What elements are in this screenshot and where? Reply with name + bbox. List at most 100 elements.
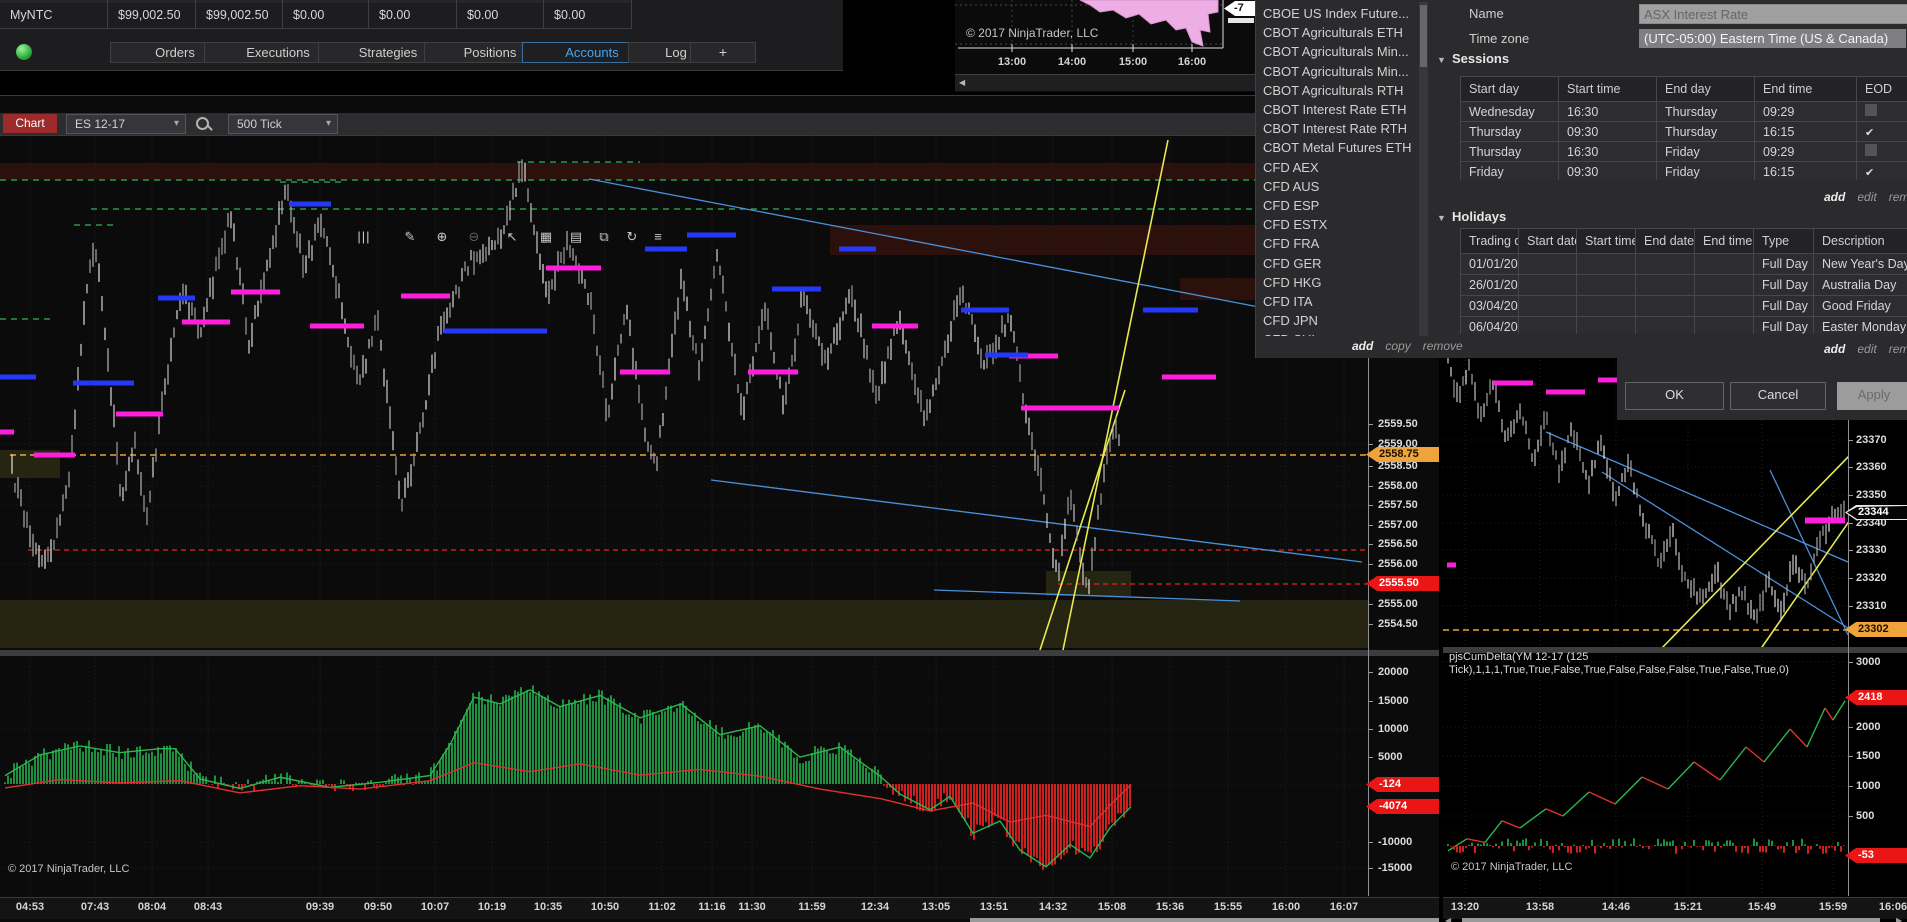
instrument-list-item[interactable]: CFD ESP (1263, 198, 1413, 217)
add-tab-button[interactable]: + (690, 42, 756, 63)
add-link[interactable]: add (1824, 342, 1845, 356)
cancel-button[interactable]: Cancel (1730, 382, 1826, 410)
axis-tick (1368, 525, 1373, 526)
column-header[interactable]: Type (1753, 228, 1814, 254)
instrument-list-item[interactable]: CFD GER (1263, 256, 1413, 275)
unchecked-box (1865, 104, 1877, 116)
main-h-scrollbar[interactable] (970, 918, 1439, 922)
time-label: 04:53 (15, 901, 45, 913)
time-label: 10:19 (477, 901, 507, 913)
sessions-table[interactable]: Start day Start time End day End time EOD Wed… (1460, 76, 1907, 180)
connection-status-icon[interactable] (16, 44, 32, 60)
instrument-list-item[interactable]: CBOT Interest Rate ETH (1263, 102, 1413, 121)
add-link[interactable]: add (1352, 339, 1373, 353)
time-label: 15:55 (1213, 901, 1243, 913)
table-row[interactable]: 01/01/20 Full Day New Year's Day (1460, 253, 1907, 275)
instrument-list-item[interactable]: CBOT Metal Futures ETH (1263, 140, 1413, 159)
instrument-list-item[interactable]: CFD HKG (1263, 275, 1413, 294)
instrument-list-item[interactable]: CBOT Agriculturals Min... (1263, 64, 1413, 83)
axis-tick (1368, 505, 1373, 506)
table-row[interactable]: 03/04/20 Full Day Good Friday (1460, 295, 1907, 317)
column-header[interactable]: Description (1813, 228, 1907, 254)
main-chart-copyright: © 2017 NinjaTrader, LLC (8, 863, 130, 875)
instrument-list-item[interactable]: CFD AEX (1263, 160, 1413, 179)
remove-link[interactable]: remove (1423, 339, 1463, 353)
time-label: 13:05 (921, 901, 951, 913)
column-header[interactable]: Start time (1558, 76, 1657, 102)
instrument-list-item[interactable]: CFD FRA (1263, 236, 1413, 255)
instrument-list-item[interactable]: CFD SUI (1263, 332, 1413, 336)
scroll-left-icon[interactable]: ◀ (959, 79, 965, 87)
instrument-list-scroll-thumb[interactable] (1420, 5, 1427, 67)
time-label: 16:07 (1329, 901, 1359, 913)
column-header[interactable]: EOD (1856, 76, 1907, 102)
column-header[interactable]: Start time (1576, 228, 1636, 254)
axis-label: 5000 (1378, 751, 1403, 763)
axis-label: 500 (1856, 810, 1875, 822)
main-chart-plot[interactable] (0, 134, 1368, 896)
scroll-right-icon[interactable]: ▶ (1896, 917, 1902, 922)
ok-button[interactable]: OK (1625, 382, 1724, 410)
axis-tick (1848, 816, 1853, 817)
right-h-scrollbar[interactable] (1462, 918, 1880, 922)
timezone-select[interactable]: (UTC-05:00) Eastern Time (US & Canada) (1639, 29, 1906, 48)
axis-tick (1368, 564, 1373, 565)
instrument-selector[interactable]: ES 12-17 ▾ (66, 114, 186, 134)
edit-link[interactable]: edit (1857, 190, 1876, 204)
instrument-list-item[interactable]: CBOE US Index Future... (1263, 6, 1413, 25)
ninjatrader-desktop: Chart ES 12-17 ▾ 500 Tick ▾ ||| ✎ ⊕ ⊖ ↖ ▦ ▤ ⧉ ↻ ≡ ©… (0, 0, 1907, 922)
column-header[interactable]: End time (1694, 228, 1754, 254)
column-header[interactable]: End time (1754, 76, 1857, 102)
instrument-list-item[interactable]: CBOT Agriculturals Min... (1263, 44, 1413, 63)
instrument-list-item[interactable]: CFD JPN (1263, 313, 1413, 332)
axis-label: 2556.50 (1378, 538, 1418, 550)
column-header[interactable]: Start date (1518, 228, 1577, 254)
collapse-triangle-icon[interactable]: ▼ (1437, 213, 1446, 223)
axis-label: 23360 (1856, 461, 1887, 473)
interval-selector[interactable]: 500 Tick ▾ (228, 114, 338, 134)
table-row[interactable]: Friday 09:30 Friday 16:15 ✔ (1460, 161, 1907, 180)
table-row[interactable]: Thursday 09:30 Thursday 16:15 ✔ (1460, 121, 1907, 142)
time-label: 13:58 (1525, 901, 1555, 913)
price-tag: -53 (1845, 848, 1907, 863)
instrument-list-item[interactable]: CFD ITA (1263, 294, 1413, 313)
time-label: 16:00 (1271, 901, 1301, 913)
name-input[interactable] (1639, 4, 1907, 24)
remove-link[interactable]: remove (1889, 342, 1907, 356)
table-row[interactable]: Thursday 16:30 Friday 09:29 (1460, 141, 1907, 162)
collapse-triangle-icon[interactable]: ▼ (1437, 55, 1446, 65)
instrument-list-item[interactable]: CFD ESTX (1263, 217, 1413, 236)
instrument-list-item[interactable]: CFD AUS (1263, 179, 1413, 198)
table-row[interactable]: 06/04/20 Full Day Easter Monday (1460, 316, 1907, 334)
apply-button[interactable]: Apply (1837, 382, 1907, 410)
add-link[interactable]: add (1824, 190, 1845, 204)
column-header[interactable]: Trading day (1460, 228, 1519, 254)
axis-tick (1368, 466, 1373, 467)
table-row[interactable]: 26/01/20 Full Day Australia Day (1460, 274, 1907, 296)
axis-tick (1368, 544, 1373, 545)
column-header[interactable]: End date (1635, 228, 1695, 254)
instrument-list-item[interactable]: CBOT Agriculturals RTH (1263, 83, 1413, 102)
axis-label: 2000 (1856, 721, 1881, 733)
sessions-section-header[interactable]: Sessions (1452, 51, 1509, 66)
time-label: 15:49 (1747, 901, 1777, 913)
account-cell: $0.00 (369, 3, 457, 28)
table-row[interactable]: Wednesday 16:30 Thursday 09:29 (1460, 101, 1907, 122)
axis-label: 2555.00 (1378, 598, 1418, 610)
holidays-table[interactable]: Trading dayStart dateStart timeEnd dateE… (1460, 228, 1907, 334)
instrument-list-item[interactable]: CBOT Interest Rate RTH (1263, 121, 1413, 140)
scroll-left-icon[interactable]: ◀ (1445, 917, 1451, 922)
instrument-list-item[interactable]: CBOT Agriculturals ETH (1263, 25, 1413, 44)
column-header[interactable]: Start day (1460, 76, 1559, 102)
search-icon[interactable] (196, 117, 209, 130)
chart-window-tab[interactable]: Chart (3, 114, 57, 133)
price-tag: 2555.50 (1366, 576, 1439, 591)
time-label: 14:00 (1057, 56, 1087, 68)
remove-link[interactable]: remove (1889, 190, 1907, 204)
holidays-section-header[interactable]: Holidays (1452, 209, 1506, 224)
axis-label: 2554.50 (1378, 618, 1418, 630)
main-panel-separator[interactable] (0, 650, 1439, 656)
column-header[interactable]: End day (1656, 76, 1755, 102)
copy-link[interactable]: copy (1385, 339, 1410, 353)
edit-link[interactable]: edit (1857, 342, 1876, 356)
